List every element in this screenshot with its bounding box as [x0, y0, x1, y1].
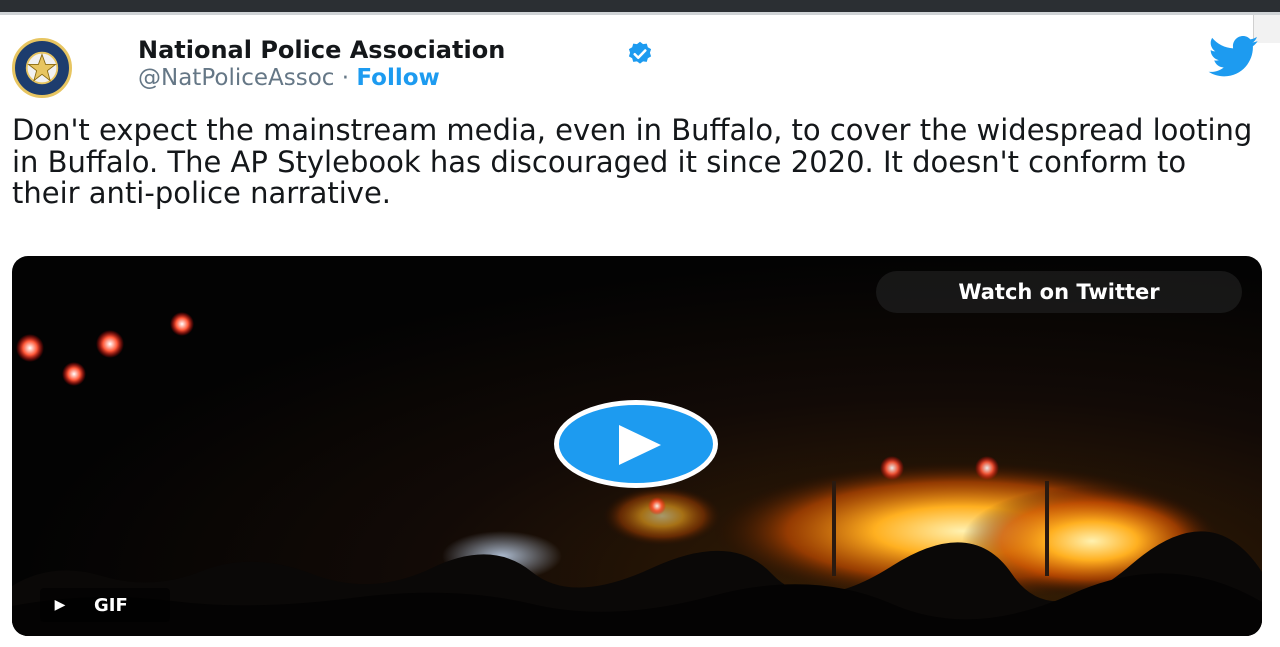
badge-logo-icon: [17, 43, 67, 93]
twitter-bird-icon[interactable]: [1208, 36, 1260, 78]
browser-divider: [0, 12, 1280, 15]
play-icon: [619, 425, 661, 465]
browser-top-bar: [0, 0, 1280, 12]
author-handle[interactable]: @NatPoliceAssoc: [138, 65, 334, 91]
gif-badge[interactable]: ▶ GIF: [40, 588, 170, 622]
separator-dot: ·: [341, 65, 350, 91]
watch-on-twitter-button[interactable]: Watch on Twitter: [876, 271, 1242, 313]
author-name[interactable]: National Police Association: [138, 36, 505, 64]
video-media[interactable]: Watch on Twitter ▶ GIF: [12, 256, 1262, 636]
play-button[interactable]: [554, 400, 718, 488]
author-avatar[interactable]: [12, 38, 72, 98]
gif-play-icon: ▶: [54, 597, 66, 613]
follow-button[interactable]: Follow: [356, 65, 439, 91]
handle-row: @NatPoliceAssoc · Follow: [138, 65, 440, 91]
verified-badge-icon: [628, 41, 652, 64]
tweet-text: Don't expect the mainstream media, even …: [12, 113, 1253, 210]
gif-label: GIF: [94, 594, 128, 616]
